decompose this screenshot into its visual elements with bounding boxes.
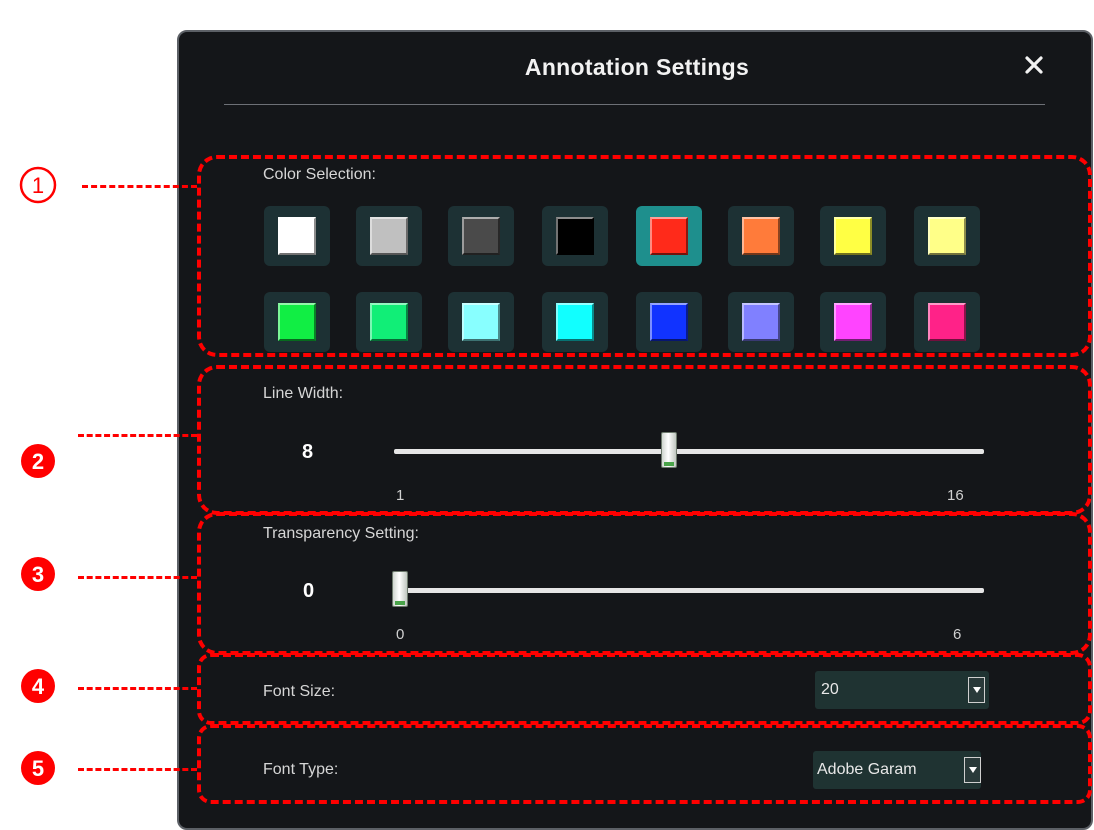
close-button[interactable] [1017,48,1051,82]
marker-5-number: 5 [32,756,44,781]
close-icon [1025,56,1043,74]
marker-4-number: 4 [32,674,45,699]
callout-box-font-type [197,724,1092,804]
leader-line-1 [82,185,197,188]
callout-box-line-width [197,365,1092,515]
leader-line-2 [78,434,197,437]
callout-marker-2: 2 [21,444,55,478]
marker-3-number: 3 [32,562,44,587]
background-strip [160,0,1094,12]
callout-marker-3: 3 [21,557,55,591]
callout-box-transparency [197,512,1092,655]
leader-line-3 [78,576,197,579]
callout-marker-1: 1 [19,166,57,204]
leader-line-5 [78,768,197,771]
marker-2-number: 2 [32,449,44,474]
title-divider [224,104,1045,105]
marker-1-number: 1 [32,173,44,198]
leader-line-4 [78,687,197,690]
callout-box-color-selection [197,155,1092,357]
callout-marker-5: 5 [21,751,55,785]
dialog-title: Annotation Settings [524,54,750,80]
callout-marker-4: 4 [21,669,55,703]
callout-box-font-size [197,653,1092,725]
